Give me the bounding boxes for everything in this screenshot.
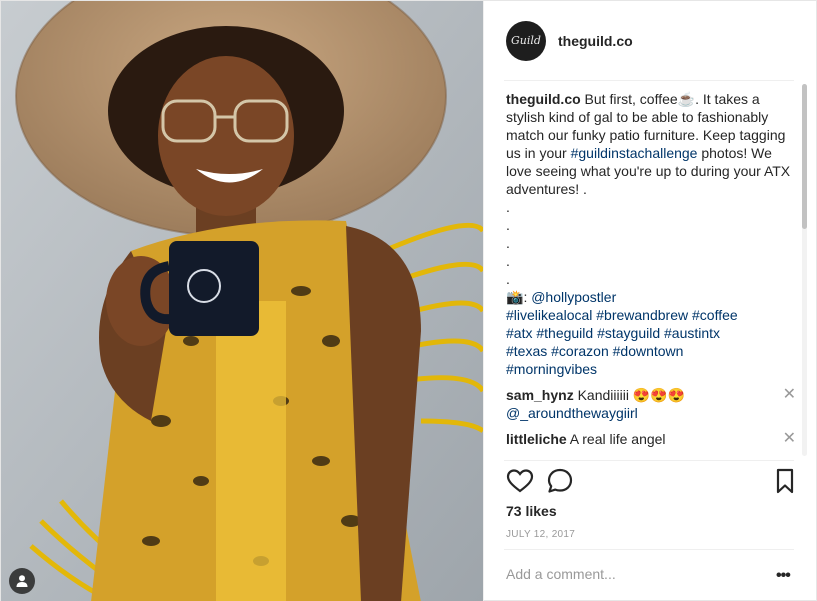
hashtags-line[interactable]: #atx #theguild #stayguild #austintx (506, 324, 796, 342)
hashtag-link[interactable]: #guildinstachallenge (571, 145, 698, 161)
user-tag-button[interactable] (9, 568, 35, 594)
caption-dot: . (506, 199, 510, 215)
hashtags-line[interactable]: #livelikealocal #brewandbrew #coffee (506, 306, 796, 324)
delete-comment-icon[interactable]: ✕ (783, 430, 796, 448)
heart-icon[interactable] (506, 467, 534, 495)
caption-username-link[interactable]: theguild.co (506, 91, 581, 107)
post-date[interactable]: JULY 12, 2017 (506, 529, 575, 540)
comment-username-link[interactable]: littleliche (506, 431, 567, 447)
header-username-link[interactable]: theguild.co (558, 33, 633, 49)
caption-dot: . (506, 271, 510, 287)
comment-text: Kandiiiiii 😍😍😍 (573, 387, 686, 403)
delete-comment-icon[interactable]: ✕ (783, 386, 796, 404)
caption: theguild.co But first, coffee☕. It takes… (506, 90, 796, 378)
credit-mention-link[interactable]: @hollypostler (531, 289, 616, 305)
comment-username-link[interactable]: sam_hynz (506, 387, 574, 403)
photo-credit: 📸: @hollypostler (506, 288, 796, 306)
post-photo[interactable] (1, 1, 483, 601)
post-header: Guild theguild.co (484, 1, 817, 80)
photo-illustration (1, 1, 483, 601)
comment-bubble-icon[interactable] (546, 467, 574, 495)
actions-divider (504, 460, 794, 461)
comments-list[interactable]: theguild.co But first, coffee☕. It takes… (506, 90, 796, 460)
caption-dot: . (506, 235, 510, 251)
comment-item: littleliche A real life angel ✕ (506, 430, 796, 448)
add-comment-input[interactable]: Add a comment... (506, 566, 616, 582)
bookmark-icon[interactable] (771, 467, 799, 495)
comment-item: sam_hynz Kandiiiiii 😍😍😍 @_aroundthewaygi… (506, 386, 796, 422)
action-bar (504, 467, 799, 497)
post-details-panel: Guild theguild.co theguild.co But first,… (483, 1, 817, 601)
camera-emoji: 📸 (506, 289, 524, 305)
hashtags-line[interactable]: #morningvibes (506, 360, 796, 378)
hashtags-line[interactable]: #texas #corazon #downtown (506, 342, 796, 360)
user-tag-icon (16, 575, 28, 587)
more-options-icon[interactable]: ••• (776, 567, 791, 585)
caption-dot: . (506, 253, 510, 269)
comments-scrollbar[interactable] (802, 84, 807, 456)
instagram-post: Guild theguild.co theguild.co But first,… (0, 0, 817, 601)
comment-mention-link[interactable]: @_aroundthewaygiirl (506, 404, 770, 422)
comment-text: A real life angel (566, 431, 666, 447)
likes-count[interactable]: 73 likes (506, 503, 557, 519)
header-divider (504, 80, 794, 81)
avatar-logo-text: Guild (511, 34, 541, 47)
avatar[interactable]: Guild (506, 20, 546, 61)
caption-dot: . (506, 217, 510, 233)
add-comment-divider (504, 549, 794, 550)
